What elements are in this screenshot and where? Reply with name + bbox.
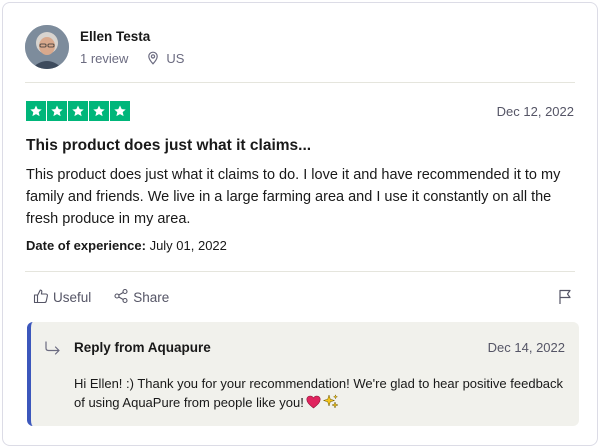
review-count: 1 review <box>80 50 129 66</box>
share-label: Share <box>133 290 170 305</box>
thumbs-up-icon <box>33 288 53 307</box>
review-card: Ellen Testa 1 review US Dec 12, 2022 Thi… <box>2 2 598 446</box>
location-pin-icon <box>146 51 160 65</box>
reply-text-block: Hi Ellen! :) Thank you for your recommen… <box>74 374 564 414</box>
sparkles-emoji <box>322 394 339 414</box>
reviewer-country: US <box>166 50 185 66</box>
useful-label: Useful <box>53 290 92 305</box>
reviewer-meta: 1 review US <box>80 51 184 66</box>
share-button[interactable]: Share <box>113 288 169 307</box>
review-date: Dec 12, 2022 <box>496 104 574 119</box>
actions-divider <box>25 271 575 272</box>
star-rating <box>26 101 131 121</box>
star-icon <box>68 101 88 121</box>
reply-date: Dec 14, 2022 <box>487 340 565 355</box>
reviewer-header: Ellen Testa 1 review US <box>25 23 184 71</box>
reviewer-info: Ellen Testa 1 review US <box>80 29 184 66</box>
star-icon <box>89 101 109 121</box>
reviewer-name[interactable]: Ellen Testa <box>80 29 184 44</box>
heart-emoji <box>306 395 321 414</box>
review-actions: Useful Share <box>33 288 191 307</box>
date-of-experience: Date of experience: July 01, 2022 <box>26 238 227 253</box>
flag-icon <box>557 289 573 309</box>
report-flag-button[interactable] <box>557 289 573 310</box>
reply-arrow-icon <box>44 340 62 361</box>
experience-label: Date of experience: <box>26 238 146 253</box>
star-icon <box>110 101 130 121</box>
star-icon <box>26 101 46 121</box>
review-title[interactable]: This product does just what it claims... <box>26 137 311 155</box>
avatar[interactable] <box>25 25 69 69</box>
header-divider <box>25 82 575 83</box>
useful-button[interactable]: Useful <box>33 288 91 307</box>
company-reply: Reply from Aquapure Dec 14, 2022 Hi Elle… <box>27 322 579 426</box>
experience-date: July 01, 2022 <box>149 238 227 253</box>
star-icon <box>47 101 67 121</box>
share-icon <box>113 288 133 307</box>
reply-from: Reply from Aquapure <box>74 340 211 355</box>
review-body: This product does just what it claims to… <box>26 167 561 227</box>
